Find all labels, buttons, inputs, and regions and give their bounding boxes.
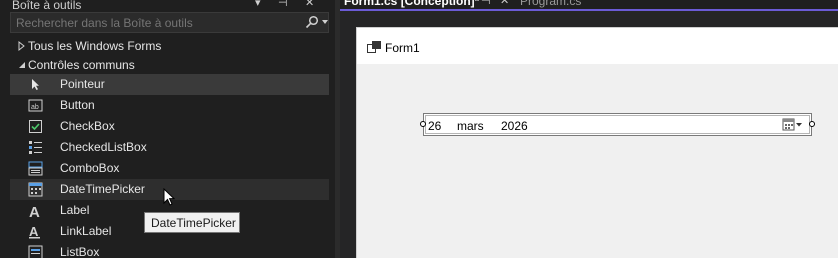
toolbox-item-checkedlistbox[interactable]: CheckedListBox: [10, 137, 329, 158]
resize-handle-left[interactable]: [420, 121, 426, 127]
form-window[interactable]: Form1 26 mars 2026: [356, 27, 838, 258]
linklabel-icon: A: [29, 224, 40, 239]
tooltip-text: DateTimePicker: [151, 216, 236, 230]
toolbox-title: Boîte à outils: [12, 0, 82, 12]
combobox-icon: [28, 161, 43, 176]
toolbox-item-button[interactable]: ab Button: [10, 95, 329, 116]
toolbox-item-label: ListBox: [60, 245, 100, 258]
chevron-right-icon: [18, 40, 25, 52]
svg-text:A: A: [29, 224, 39, 239]
datetimepicker-control[interactable]: 26 mars 2026: [423, 113, 812, 136]
toolbox-item-label: CheckedListBox: [60, 140, 147, 154]
toolbox-item-label: LinkLabel: [60, 224, 112, 238]
toolbox-item-label: Label: [60, 203, 90, 217]
form-title: Form1: [385, 41, 420, 55]
editor-tabs: Form1.cs [Conception]* ⊣ ✕ Program.cs: [340, 0, 838, 9]
pin-icon[interactable]: ⊣: [278, 0, 288, 9]
toolbox-item-label: ComboBox: [60, 161, 120, 175]
toolbox-item-label: Button: [60, 98, 95, 112]
chevron-down-icon: [19, 62, 25, 68]
toolbox-panel: Boîte à outils ▾ ⊣ ✕ Tous les Windows Fo…: [0, 0, 335, 258]
form-titlebar: Form1: [357, 28, 838, 64]
chevron-down-icon[interactable]: [321, 16, 329, 28]
category-common-controls[interactable]: Contrôles communs: [16, 56, 135, 74]
label-icon: A: [29, 204, 40, 218]
tab-label: Program.cs: [520, 0, 582, 8]
tooltip: DateTimePicker: [144, 212, 240, 233]
category-label: Contrôles communs: [28, 58, 135, 72]
form-icon: [367, 41, 381, 53]
datetimepicker-day[interactable]: 26: [428, 119, 441, 133]
svg-text:ab: ab: [31, 104, 39, 111]
calendar-dropdown-icon[interactable]: [782, 118, 804, 132]
category-all-windows-forms[interactable]: Tous les Windows Forms: [16, 37, 161, 55]
toolbox-item-pointer[interactable]: Pointeur: [10, 74, 329, 95]
resize-handle-right[interactable]: [809, 121, 815, 127]
close-icon[interactable]: ✕: [500, 0, 509, 7]
datetimepicker-year[interactable]: 2026: [501, 119, 528, 133]
pin-icon[interactable]: ⊣: [481, 0, 491, 7]
search-icon[interactable]: [305, 15, 319, 29]
button-icon: ab: [28, 99, 43, 112]
form-client-area[interactable]: [357, 64, 838, 258]
toolbox-search[interactable]: [10, 12, 329, 33]
designer-surface: Form1 26 mars 2026: [340, 11, 838, 258]
search-input[interactable]: [16, 16, 296, 30]
category-label: Tous les Windows Forms: [28, 39, 162, 53]
toolbox-item-checkbox[interactable]: CheckBox: [10, 116, 329, 137]
checked-listbox-icon: [29, 141, 42, 154]
tab-form1-design[interactable]: Form1.cs [Conception]* ⊣ ✕: [340, 0, 512, 9]
svg-text:A: A: [29, 204, 40, 218]
datetimepicker-month[interactable]: mars: [457, 119, 484, 133]
visual-studio-window: Boîte à outils ▾ ⊣ ✕ Tous les Windows Fo…: [0, 0, 838, 258]
toolbox-item-listbox[interactable]: ListBox: [10, 242, 329, 258]
listbox-icon: [28, 245, 43, 258]
toolbox-item-label: DateTimePicker: [60, 182, 145, 196]
datetimepicker-icon: [28, 182, 43, 197]
pin-icon[interactable]: ▾: [255, 0, 261, 9]
close-icon[interactable]: ✕: [305, 0, 314, 9]
toolbox-item-combobox[interactable]: ComboBox: [10, 158, 329, 179]
mouse-cursor-icon: [163, 188, 176, 206]
tab-label: Form1.cs [Conception]*: [344, 0, 480, 8]
toolbox-item-label: CheckBox: [60, 119, 115, 133]
checkbox-icon: [29, 120, 42, 133]
toolbox-item-label: Pointeur: [60, 77, 105, 91]
pointer-icon: [32, 79, 39, 90]
